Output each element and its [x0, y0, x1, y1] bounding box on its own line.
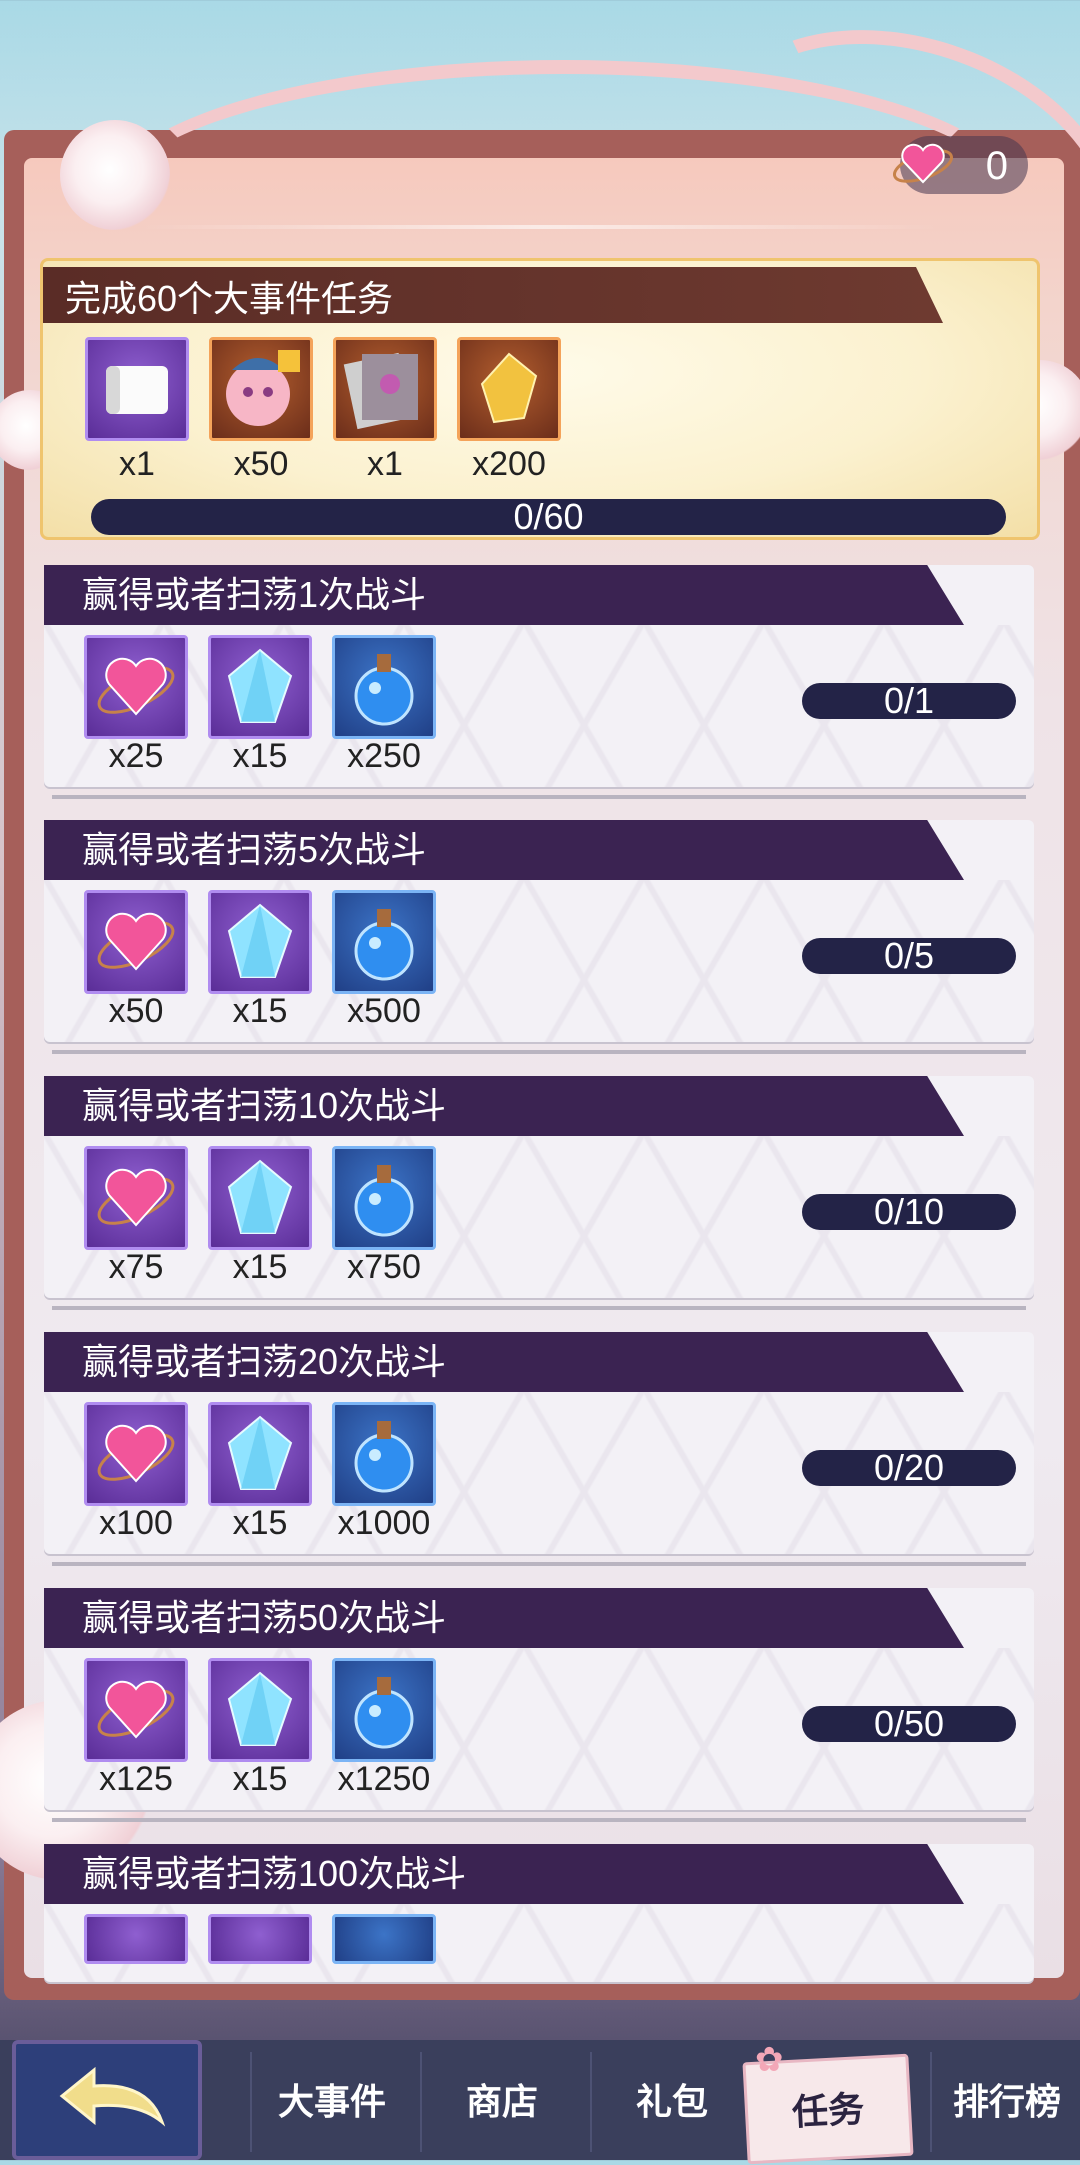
featured-task-title: 完成60个大事件任务 — [65, 278, 394, 319]
reward-quantity: x500 — [347, 992, 421, 1030]
task-progress-bar: 0/10 — [802, 1194, 1016, 1230]
reward-blue-potion-icon[interactable] — [332, 1658, 436, 1762]
back-button[interactable] — [12, 2040, 202, 2160]
card-divider — [52, 1818, 1026, 1822]
reward-heart-orb-icon[interactable] — [84, 1914, 188, 1964]
reward-blue-crystal-icon[interactable] — [208, 1146, 312, 1250]
progress-text: 0/60 — [513, 496, 584, 537]
task-title: 赢得或者扫荡10次战斗 — [82, 1085, 447, 1126]
card-divider — [52, 1306, 1026, 1310]
reward-blue-crystal-icon[interactable] — [208, 1402, 312, 1506]
tab-events[interactable]: 大事件 — [250, 2052, 412, 2152]
reward-blue-crystal-icon[interactable] — [208, 1914, 312, 1964]
task-title-bar: 赢得或者扫荡1次战斗 — [44, 565, 964, 625]
task-progress-bar: 0/1 — [802, 683, 1016, 719]
reward-quantity: x1250 — [337, 1760, 431, 1798]
card-divider — [52, 1050, 1026, 1054]
card-pattern — [44, 1904, 1034, 1982]
reward-card-pack-icon[interactable] — [333, 337, 437, 441]
task-title: 赢得或者扫荡1次战斗 — [82, 574, 427, 615]
progress-text: 0/5 — [883, 935, 935, 976]
reward-quantity: x250 — [347, 737, 421, 775]
task-card: 赢得或者扫荡100次战斗 — [44, 1844, 1034, 1982]
progress-text: 0/20 — [873, 1447, 945, 1488]
task-progress-bar: 0/50 — [802, 1706, 1016, 1742]
progress-text: 0/1 — [883, 680, 935, 721]
reward-quantity: x15 — [232, 1760, 288, 1798]
reward-heart-orb-icon[interactable] — [84, 1402, 188, 1506]
reward-heart-orb-icon[interactable] — [84, 1146, 188, 1250]
reward-blue-potion-icon[interactable] — [332, 1914, 436, 1964]
reward-scroll-icon[interactable] — [85, 337, 189, 441]
featured-task-title-bar: 完成60个大事件任务 — [43, 267, 943, 323]
reward-quantity: x15 — [232, 1504, 288, 1542]
reward-quantity: x1000 — [337, 1504, 431, 1542]
task-progress-bar: 0/5 — [802, 938, 1016, 974]
divider-ornament — [140, 225, 940, 229]
reward-blue-potion-icon[interactable] — [332, 890, 436, 994]
tab-shop[interactable]: 商店 — [420, 2052, 582, 2152]
task-card: 赢得或者扫荡1次战斗 x25 x15 x250 0/1 — [44, 565, 1034, 799]
reward-character-fragment-icon[interactable] — [209, 337, 313, 441]
progress-text: 0/10 — [873, 1191, 945, 1232]
reward-blue-potion-icon[interactable] — [332, 1402, 436, 1506]
task-title-bar: 赢得或者扫荡50次战斗 — [44, 1588, 964, 1648]
reward-gold-crystal-icon[interactable] — [457, 337, 561, 441]
task-card: 赢得或者扫荡20次战斗 x100 x15 x1000 0/20 — [44, 1332, 1034, 1566]
rose-decoration — [60, 120, 170, 230]
reward-heart-orb-icon[interactable] — [84, 635, 188, 739]
reward-heart-orb-icon[interactable] — [84, 890, 188, 994]
reward-quantity: x15 — [232, 737, 288, 775]
task-card: 赢得或者扫荡10次战斗 x75 x15 x750 0/10 — [44, 1076, 1034, 1310]
tab-gifts[interactable]: 礼包 — [590, 2052, 752, 2152]
reward-quantity: x15 — [232, 1248, 288, 1286]
reward-quantity: x1 — [367, 445, 403, 483]
reward-quantity: x1 — [119, 445, 155, 483]
back-arrow-icon — [59, 2066, 166, 2127]
task-title-bar: 赢得或者扫荡10次战斗 — [44, 1076, 964, 1136]
reward-quantity: x50 — [233, 445, 289, 483]
task-title: 赢得或者扫荡50次战斗 — [82, 1597, 447, 1638]
featured-task-progress-bar: 0/60 — [91, 499, 1006, 535]
task-card: 赢得或者扫荡5次战斗 x50 x15 x500 0/5 — [44, 820, 1034, 1054]
reward-blue-potion-icon[interactable] — [332, 635, 436, 739]
task-title: 赢得或者扫荡100次战斗 — [82, 1853, 467, 1894]
reward-blue-crystal-icon[interactable] — [208, 890, 312, 994]
heart-orb-icon — [893, 143, 953, 184]
task-title-bar: 赢得或者扫荡5次战斗 — [44, 820, 964, 880]
task-title-bar: 赢得或者扫荡20次战斗 — [44, 1332, 964, 1392]
task-title: 赢得或者扫荡20次战斗 — [82, 1341, 447, 1382]
task-progress-bar: 0/20 — [802, 1450, 1016, 1486]
reward-quantity: x50 — [108, 992, 164, 1030]
reward-blue-potion-icon[interactable] — [332, 1146, 436, 1250]
featured-task-card: 完成60个大事件任务 x1 x50 x1 x200 0/60 — [40, 258, 1040, 540]
card-divider — [52, 795, 1026, 799]
reward-quantity: x750 — [347, 1248, 421, 1286]
reward-quantity: x15 — [232, 992, 288, 1030]
reward-quantity: x200 — [472, 445, 546, 483]
reward-quantity: x25 — [108, 737, 164, 775]
task-title: 赢得或者扫荡5次战斗 — [82, 829, 427, 870]
reward-quantity: x75 — [108, 1248, 164, 1286]
reward-blue-crystal-icon[interactable] — [208, 1658, 312, 1762]
tab-ranking[interactable]: 排行榜 — [930, 2052, 1080, 2152]
reward-heart-orb-icon[interactable] — [84, 1658, 188, 1762]
progress-text: 0/50 — [873, 1703, 945, 1744]
reward-quantity: x125 — [99, 1760, 173, 1798]
reward-blue-crystal-icon[interactable] — [208, 635, 312, 739]
currency-display: 0 — [893, 136, 1028, 194]
sakura-icon: ✿ — [755, 2041, 784, 2079]
reward-quantity: x100 — [99, 1504, 173, 1542]
card-divider — [52, 1562, 1026, 1566]
task-card: 赢得或者扫荡50次战斗 x125 x15 x1250 0/50 — [44, 1588, 1034, 1822]
currency-count: 0 — [985, 144, 1008, 188]
task-title-bar: 赢得或者扫荡100次战斗 — [44, 1844, 964, 1904]
